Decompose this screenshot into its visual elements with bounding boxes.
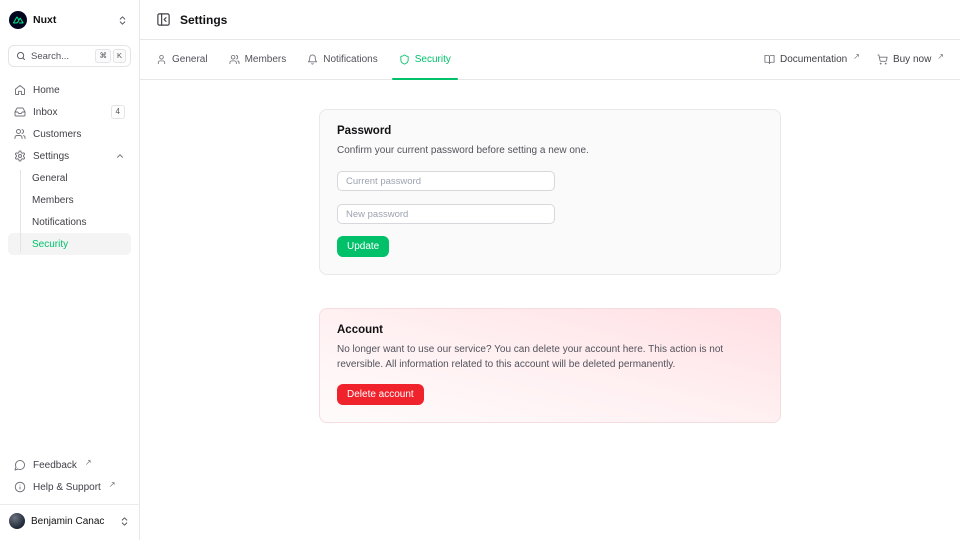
card-title: Account [337, 324, 763, 336]
sidebar-item-label: Security [32, 239, 68, 250]
settings-subnav: General Members Notifications Security [8, 167, 131, 255]
page-title: Settings [180, 13, 227, 27]
inbox-icon [14, 106, 26, 118]
main-area: Settings General Members Notifications [140, 0, 960, 540]
current-password-field[interactable] [337, 171, 555, 191]
delete-account-button[interactable]: Delete account [337, 384, 424, 405]
sidebar-item-feedback[interactable]: Feedback ↗ [8, 454, 131, 476]
sidebar-item-label: Feedback [33, 460, 77, 471]
chevron-updown-icon [119, 516, 130, 527]
inbox-count-badge: 4 [111, 105, 125, 119]
external-link-icon: ↗ [85, 458, 92, 467]
info-circle-icon [14, 481, 26, 493]
sidebar-item-label: Home [33, 85, 60, 96]
password-card: Password Confirm your current password b… [319, 109, 781, 275]
team-switcher[interactable]: Nuxt [8, 8, 131, 32]
tab-notifications[interactable]: Notifications [307, 40, 377, 79]
sidebar-item-notifications[interactable]: Notifications [8, 211, 131, 233]
kbd-cmd: ⌘ [95, 49, 111, 63]
sidebar-item-label: Settings [33, 151, 69, 162]
tab-members[interactable]: Members [229, 40, 287, 79]
sidebar-item-general[interactable]: General [8, 167, 131, 189]
chat-bubble-icon [14, 459, 26, 471]
shield-icon [399, 54, 410, 65]
sidebar-item-label: Inbox [33, 107, 57, 118]
gear-icon [14, 150, 26, 162]
sidebar: Nuxt Search... ⌘ K Home [0, 0, 140, 540]
chevron-updown-icon [117, 15, 128, 26]
tab-label: Notifications [323, 54, 377, 65]
settings-tabbar: General Members Notifications Security [140, 40, 960, 80]
header-links: Documentation ↗ Buy now ↗ [764, 54, 944, 65]
home-icon [14, 84, 26, 96]
sidebar-item-label: General [32, 173, 68, 184]
tab-security[interactable]: Security [399, 40, 451, 79]
sidebar-item-home[interactable]: Home [8, 79, 131, 101]
external-link-icon: ↗ [109, 480, 116, 489]
tab-label: Members [245, 54, 287, 65]
buy-now-link[interactable]: Buy now ↗ [877, 54, 944, 65]
book-open-icon [764, 54, 775, 65]
user-menu[interactable]: Benjamin Canac [0, 504, 139, 532]
search-input[interactable]: Search... ⌘ K [8, 45, 131, 67]
sidebar-item-customers[interactable]: Customers [8, 123, 131, 145]
team-name: Nuxt [33, 14, 111, 26]
users-icon [14, 128, 26, 140]
sidebar-item-help-support[interactable]: Help & Support ↗ [8, 476, 131, 498]
sidebar-collapse-button[interactable] [156, 12, 171, 27]
new-password-field[interactable] [337, 204, 555, 224]
card-description: No longer want to use our service? You c… [337, 342, 763, 372]
page-header: Settings [140, 0, 960, 40]
card-description: Confirm your current password before set… [337, 143, 763, 158]
sidebar-item-security[interactable]: Security [8, 233, 131, 255]
sidebar-spacer [8, 255, 131, 454]
sidebar-item-inbox[interactable]: Inbox 4 [8, 101, 131, 123]
bell-icon [307, 54, 318, 65]
documentation-link[interactable]: Documentation ↗ [764, 54, 860, 65]
user-icon [156, 54, 167, 65]
nuxt-logo-icon [9, 11, 27, 29]
cart-icon [877, 54, 888, 65]
sidebar-item-label: Help & Support [33, 482, 101, 493]
external-link-icon: ↗ [937, 52, 944, 61]
external-link-icon: ↗ [853, 52, 860, 61]
search-kbd-hints: ⌘ K [95, 49, 126, 63]
sidebar-item-settings[interactable]: Settings [8, 145, 131, 167]
sidebar-item-label: Customers [33, 129, 81, 140]
tab-label: Security [415, 54, 451, 65]
sidebar-nav: Home Inbox 4 Customers Settings [8, 79, 131, 255]
search-placeholder: Search... [31, 51, 90, 62]
link-label: Documentation [780, 54, 847, 65]
settings-security-content: Password Confirm your current password b… [140, 80, 960, 540]
users-icon [229, 54, 240, 65]
avatar [9, 513, 25, 529]
tab-label: General [172, 54, 208, 65]
card-title: Password [337, 125, 763, 137]
tab-general[interactable]: General [156, 40, 208, 79]
app-window: Nuxt Search... ⌘ K Home [0, 0, 960, 540]
sidebar-item-members[interactable]: Members [8, 189, 131, 211]
user-name: Benjamin Canac [31, 516, 113, 527]
kbd-k: K [113, 49, 126, 63]
sidebar-item-label: Members [32, 195, 74, 206]
chevron-up-icon [115, 151, 125, 161]
search-icon [16, 51, 26, 61]
account-card: Account No longer want to use our servic… [319, 308, 781, 423]
link-label: Buy now [893, 54, 931, 65]
sidebar-item-label: Notifications [32, 217, 86, 228]
update-password-button[interactable]: Update [337, 236, 389, 257]
